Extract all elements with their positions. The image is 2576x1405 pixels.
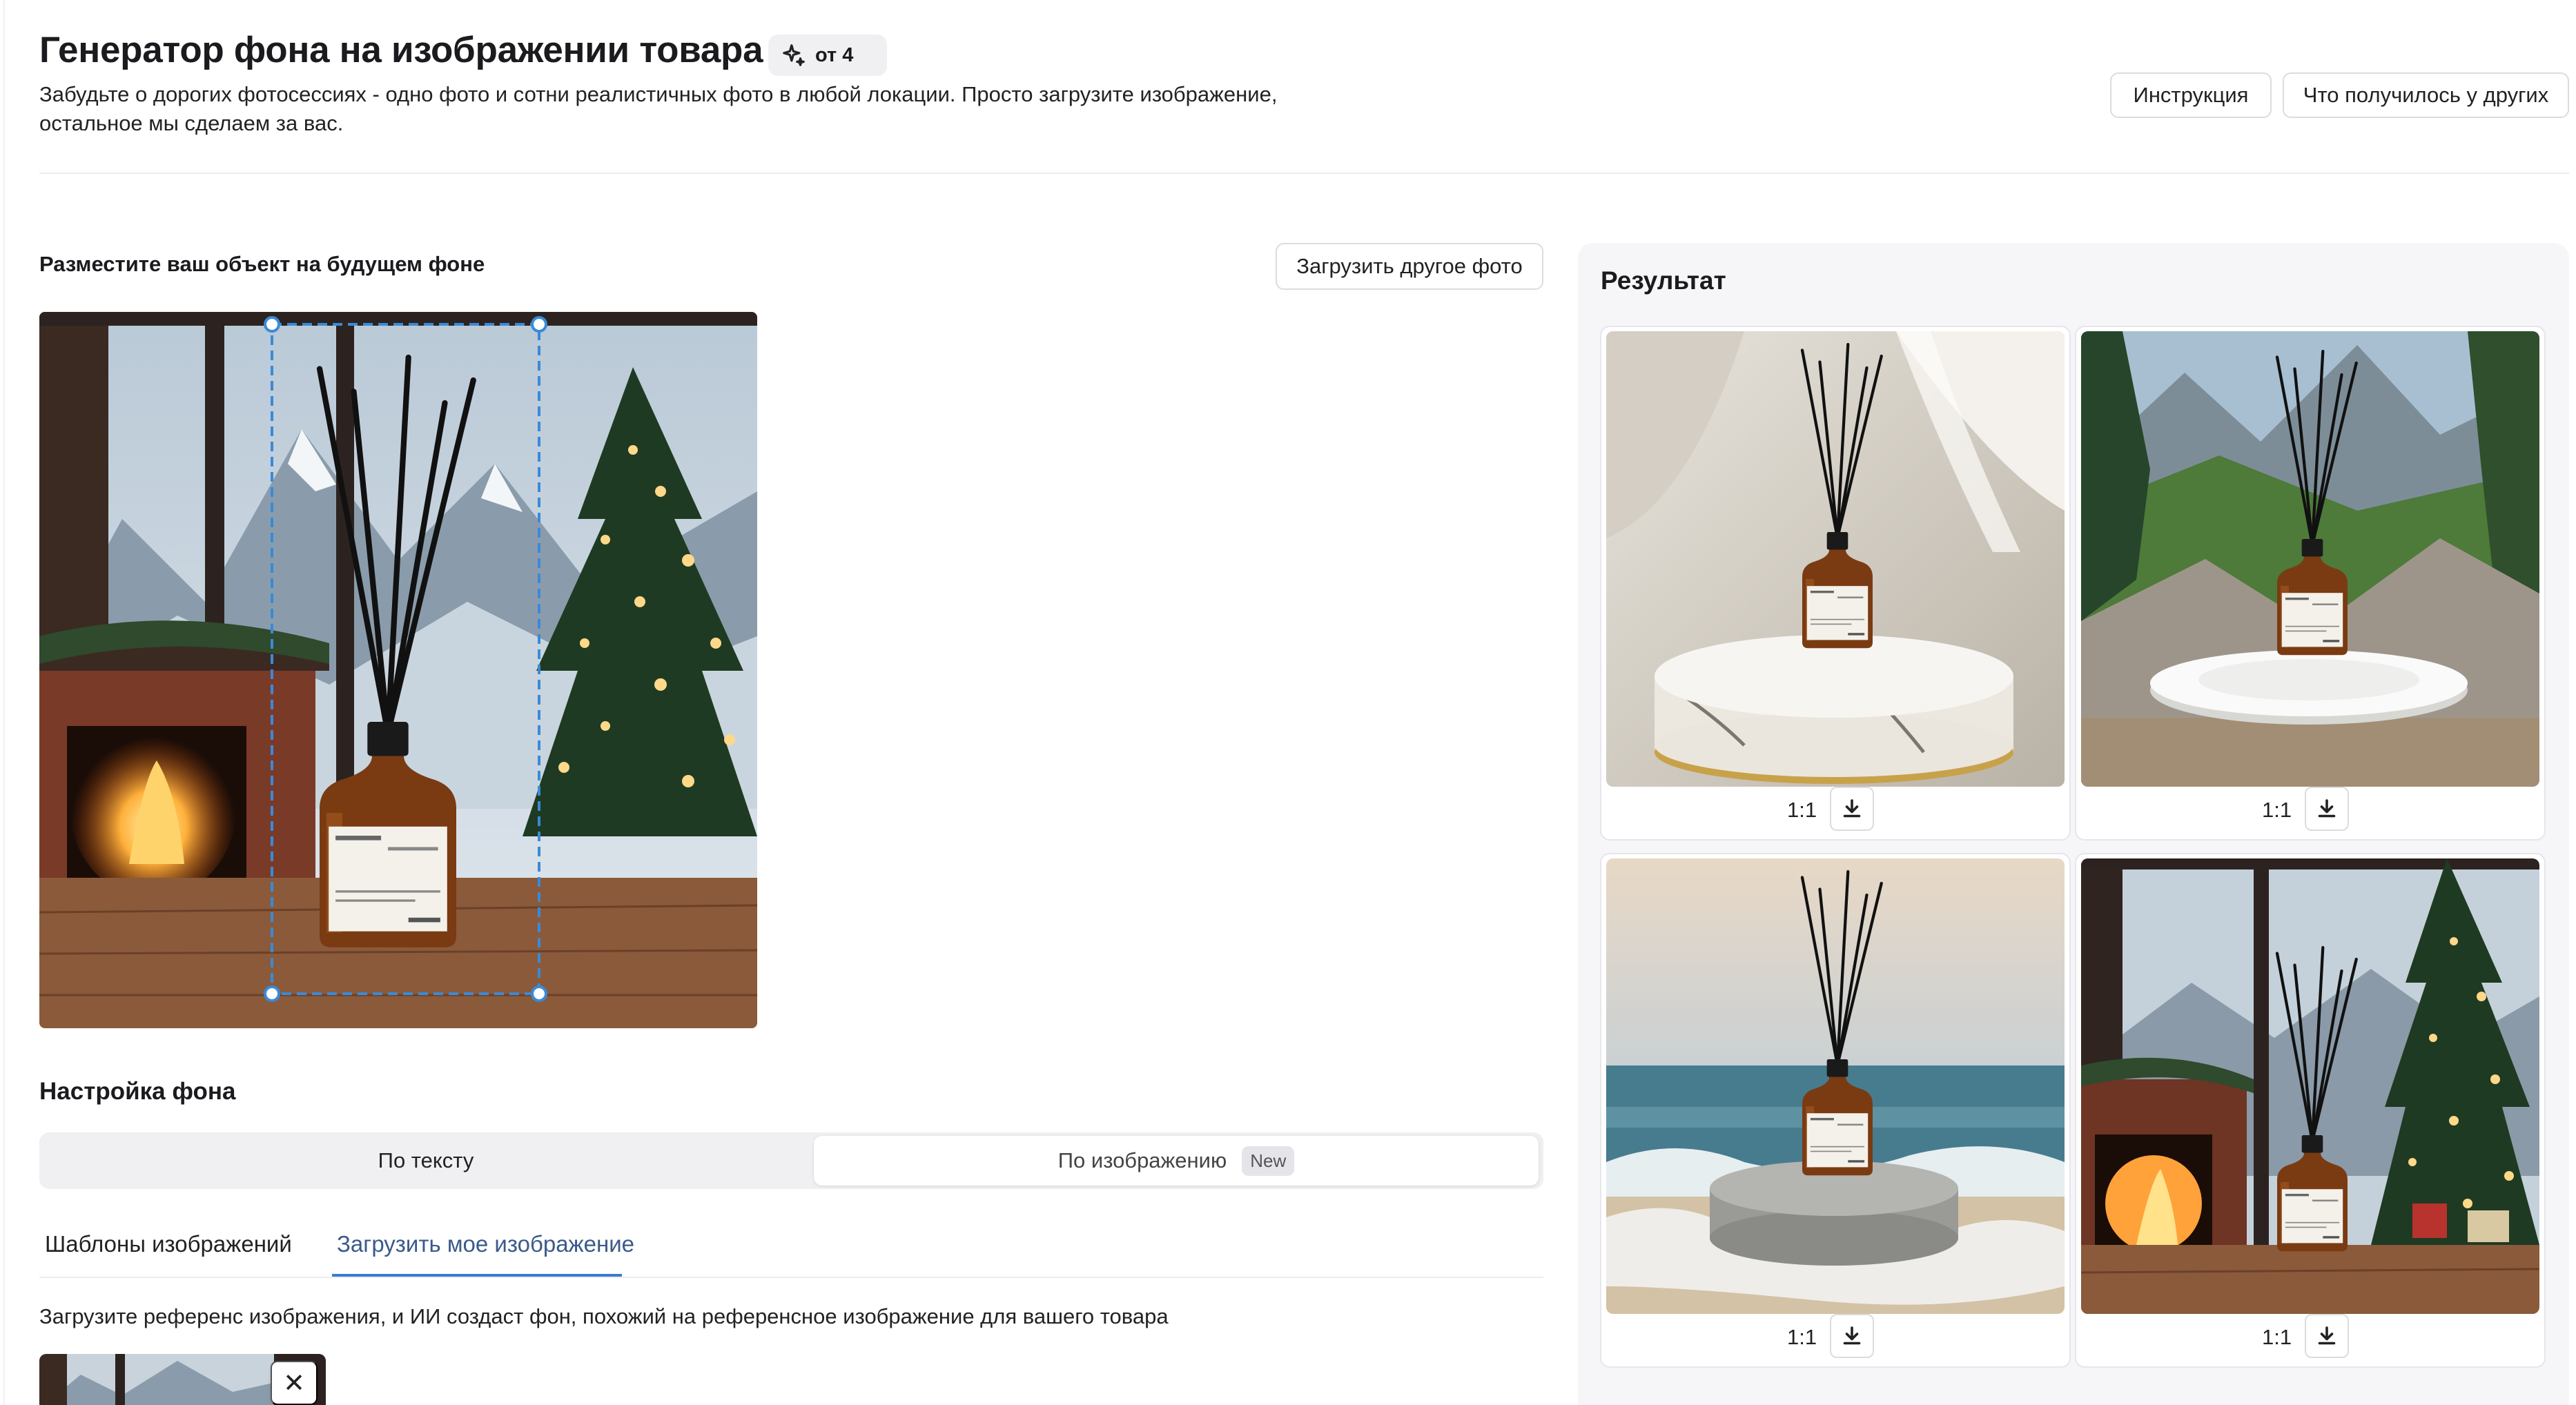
download-button[interactable] [2305, 1314, 2349, 1358]
mode-segmented-control: По тексту По изображению New [39, 1132, 1543, 1189]
aspect-ratio-label: 1:1 [2262, 1325, 2292, 1349]
instruction-button[interactable]: Инструкция [2110, 72, 2272, 118]
tabs-baseline [39, 1277, 1543, 1278]
place-object-label: Разместите ваш объект на будущем фоне [39, 252, 485, 276]
result-card: 1:1 [1600, 853, 2071, 1368]
close-icon: ✕ [283, 1368, 305, 1398]
mode-image-label: По изображению [1057, 1148, 1227, 1172]
credits-badge-label: от 4 [815, 43, 854, 66]
result-image-beach[interactable] [1606, 858, 2065, 1314]
remove-reference-button[interactable]: ✕ [271, 1361, 318, 1405]
result-image-mountain[interactable] [2081, 331, 2539, 787]
header-divider [39, 173, 2569, 174]
tab-image-templates[interactable]: Шаблоны изображений [45, 1231, 292, 1257]
aspect-ratio-label: 1:1 [2262, 798, 2292, 822]
subtitle-line-1: Забудьте о дорогих фотосессиях - одно фо… [39, 82, 1278, 106]
sidebar-edge [3, 0, 5, 1405]
app-root: Генератор фона на изображении товара от … [0, 0, 2576, 1405]
result-card: 1:1 [2075, 326, 2546, 841]
object-placement-canvas[interactable] [39, 312, 757, 1028]
result-image-christmas[interactable] [2081, 858, 2539, 1314]
tab-upload-my-image[interactable]: Загрузить мое изображение [337, 1231, 634, 1257]
download-icon [1843, 799, 1861, 818]
result-card: 1:1 [1600, 326, 2071, 841]
background-settings-title: Настройка фона [39, 1078, 236, 1105]
page-subtitle: Забудьте о дорогих фотосессиях - одно фо… [39, 80, 1296, 138]
mode-image-option[interactable]: По изображению New [814, 1136, 1539, 1186]
download-icon [1843, 1326, 1861, 1345]
new-badge: New [1242, 1146, 1295, 1176]
others-results-button[interactable]: Что получилось у других [2283, 72, 2569, 118]
result-title: Результат [1601, 266, 1726, 295]
result-card: 1:1 [2075, 853, 2546, 1368]
mode-text-option[interactable]: По тексту [39, 1132, 812, 1189]
download-button[interactable] [1830, 787, 1874, 831]
aspect-ratio-label: 1:1 [1787, 1325, 1817, 1349]
download-button[interactable] [2305, 787, 2349, 831]
download-icon [2318, 799, 2336, 818]
download-button[interactable] [1830, 1314, 1874, 1358]
page-title: Генератор фона на изображении товара [39, 30, 763, 70]
scene-christmas-preview [39, 312, 757, 1028]
sparkle-icon [783, 44, 805, 66]
reference-instructions: Загрузите референс изображения, и ИИ соз… [39, 1304, 1169, 1328]
credits-badge: от 4 [768, 35, 887, 76]
download-icon [2318, 1326, 2336, 1345]
upload-other-photo-button[interactable]: Загрузить другое фото [1276, 243, 1543, 290]
result-image-marble[interactable] [1606, 331, 2065, 787]
active-tab-indicator [332, 1274, 622, 1277]
aspect-ratio-label: 1:1 [1787, 798, 1817, 822]
subtitle-line-2: остальное мы сделаем за вас. [39, 111, 344, 135]
